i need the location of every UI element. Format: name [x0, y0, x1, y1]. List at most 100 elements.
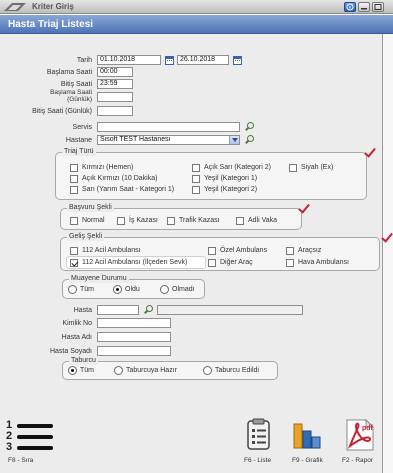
taburcu-tum-label: Tüm	[80, 367, 94, 374]
liste-button[interactable]	[244, 418, 274, 452]
servis-label: Servis	[72, 124, 92, 131]
window-title: Kriter Giriş	[32, 2, 74, 11]
bitis-saati-input[interactable]: 23:59	[97, 79, 133, 89]
sira-button[interactable]: 1 2 3	[6, 420, 66, 454]
triaj-yesil-1-checkbox[interactable]	[192, 175, 200, 183]
select-all-check-icon[interactable]	[363, 147, 375, 157]
basvuru-trafik-label: Trafik Kazası	[179, 217, 220, 224]
basvuru-trafik-checkbox[interactable]	[167, 217, 175, 225]
hastane-value: Sisoft TEST Hastanesi	[100, 136, 171, 143]
triaj-sari-checkbox[interactable]	[70, 186, 78, 194]
triaj-yesil-1-label: Yeşil (Kategori 1)	[204, 175, 258, 182]
minimize-button[interactable]	[358, 2, 370, 12]
triaj-siyah-label: Siyah (Ex)	[301, 164, 334, 171]
tarih-end-input[interactable]: 26.10.2018	[177, 55, 229, 65]
hastane-select[interactable]: Sisoft TEST Hastanesi	[97, 135, 240, 145]
sira-number-3: 3	[6, 441, 13, 453]
close-icon	[374, 4, 382, 10]
sira-bar-2	[17, 435, 53, 439]
gelis-ozel-label: Özel Ambulans	[220, 247, 268, 254]
triaj-acik-sari-label: Açık Sarı (Kategori 2)	[204, 164, 271, 171]
tarih-start-input[interactable]: 01.10.2018	[97, 55, 161, 65]
chevron-down-icon	[229, 136, 239, 144]
sira-label: F8 - Sıra	[8, 457, 34, 464]
hasta-id-input[interactable]	[97, 305, 139, 315]
rapor-label: F2 - Rapor	[342, 457, 374, 464]
gelis-112-ilceden-checkbox[interactable]	[70, 259, 78, 267]
triaj-sari-label: Sarı (Yarım Saat - Kategori 1)	[82, 186, 175, 193]
taburcu-edildi-radio[interactable]	[203, 366, 212, 375]
help-icon	[346, 3, 354, 11]
scrollbar[interactable]	[383, 34, 393, 473]
select-all-check-icon[interactable]	[380, 232, 392, 242]
basvuru-normal-label: Normal	[82, 217, 105, 224]
triaj-acik-sari-checkbox[interactable]	[192, 164, 200, 172]
pdf-icon	[346, 418, 375, 451]
basvuru-sekli-legend: Başvuru Şekli	[67, 204, 114, 212]
baslama-saati-label: Başlama Saati	[46, 69, 92, 76]
triaj-acik-kirmizi-checkbox[interactable]	[70, 175, 78, 183]
basvuru-is-kazasi-label: İş Kazası	[129, 217, 158, 224]
grafik-button[interactable]	[291, 418, 323, 452]
gelis-aracsiz-checkbox[interactable]	[286, 247, 294, 255]
servis-select[interactable]	[97, 122, 240, 132]
basvuru-adli-label: Adli Vaka	[248, 217, 278, 224]
triaj-kirmizi-label: Kırmızı (Hemen)	[82, 164, 134, 171]
tarih-label: Tarih	[76, 57, 92, 64]
select-all-check-icon[interactable]	[297, 203, 309, 213]
gelis-diger-checkbox[interactable]	[208, 259, 216, 267]
bar-chart-icon	[293, 423, 321, 449]
gelis-112-checkbox[interactable]	[70, 247, 78, 255]
basvuru-is-kazasi-checkbox[interactable]	[117, 217, 125, 225]
help-button[interactable]	[344, 2, 356, 12]
hasta-soyadi-input[interactable]	[97, 346, 171, 356]
rapor-button[interactable]: pdf	[342, 418, 378, 452]
panel-title: Hasta Triaj Listesi	[8, 19, 94, 30]
search-icon[interactable]	[244, 135, 254, 145]
taburcu-hazir-radio[interactable]	[114, 366, 123, 375]
gelis-sekli-legend: Geliş Şekli	[67, 233, 105, 241]
gelis-112-label: 112 Acil Ambulansı	[82, 247, 141, 254]
baslama-gunluk-input[interactable]	[97, 92, 133, 102]
baslama-gunluk-sub-label: (Günlük)	[67, 96, 92, 103]
minimize-icon	[361, 8, 367, 10]
calendar-icon[interactable]	[233, 56, 242, 65]
gelis-diger-label: Diğer Araç	[220, 259, 253, 266]
search-icon[interactable]	[244, 122, 254, 132]
grafik-label: F9 - Grafik	[292, 457, 323, 464]
kimlik-no-label: Kimlik No	[62, 320, 92, 327]
muayene-olmadi-radio[interactable]	[160, 285, 169, 294]
search-icon[interactable]	[143, 305, 153, 315]
basvuru-adli-checkbox[interactable]	[236, 217, 244, 225]
gelis-ozel-checkbox[interactable]	[208, 247, 216, 255]
calendar-icon[interactable]	[165, 56, 174, 65]
muayene-olmadi-label: Olmadı	[172, 286, 195, 293]
triaj-siyah-checkbox[interactable]	[289, 164, 297, 172]
triaj-kirmizi-checkbox[interactable]	[70, 164, 78, 172]
baslama-saati-input[interactable]: 00:00	[97, 67, 133, 77]
hasta-soyadi-label: Hasta Soyadı	[49, 348, 92, 355]
muayene-durumu-legend: Muayene Durumu	[69, 275, 129, 283]
muayene-tum-radio[interactable]	[68, 285, 77, 294]
triaj-yesil-2-checkbox[interactable]	[192, 186, 200, 194]
bitis-gunluk-input[interactable]	[97, 106, 133, 116]
window-titlebar: Kriter Giriş	[0, 0, 393, 14]
basvuru-normal-checkbox[interactable]	[70, 217, 78, 225]
gelis-112-ilceden-label: 112 Acil Ambulansı (İlçeden Sevk)	[82, 259, 188, 266]
muayene-tum-label: Tüm	[80, 286, 94, 293]
liste-label: F6 - Liste	[244, 457, 272, 464]
hasta-adi-input[interactable]	[97, 332, 171, 342]
gelis-aracsiz-label: Araçsız	[298, 247, 322, 254]
close-button[interactable]	[372, 2, 384, 12]
taburcu-legend: Taburcu	[69, 357, 98, 365]
hasta-label: Hasta	[73, 307, 92, 314]
kimlik-no-input[interactable]	[97, 318, 171, 328]
sira-bar-3	[17, 446, 53, 450]
taburcu-tum-radio[interactable]	[68, 366, 77, 375]
gelis-hava-label: Hava Ambulansı	[298, 259, 349, 266]
triaj-acik-kirmizi-label: Açık Kırmızı (10 Dakika)	[82, 175, 158, 182]
bitis-saati-label: Bitiş Saati	[60, 81, 92, 88]
muayene-oldu-radio[interactable]	[113, 285, 122, 294]
taburcu-hazir-label: Taburcuya Hazır	[126, 367, 177, 374]
gelis-hava-checkbox[interactable]	[286, 259, 294, 267]
